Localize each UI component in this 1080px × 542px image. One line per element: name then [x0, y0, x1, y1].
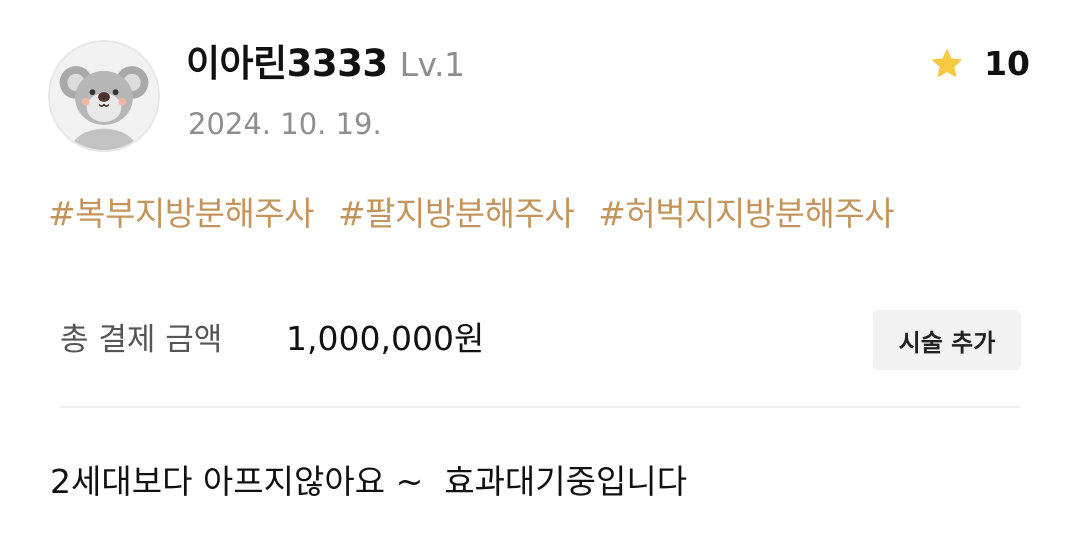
username[interactable]: 이아린3333 Lv.1: [186, 40, 465, 89]
hashtag[interactable]: #팔지방분해주사: [338, 190, 575, 238]
hashtag[interactable]: #복부지방분해주사: [48, 190, 315, 238]
review-date: 2024. 10. 19.: [188, 107, 382, 141]
username-text: 이아린3333: [186, 42, 388, 85]
star-icon: [932, 49, 962, 77]
rating-value: 10: [984, 44, 1030, 83]
koala-avatar[interactable]: [48, 40, 160, 152]
hashtag[interactable]: #허벅지지방분해주사: [598, 190, 894, 238]
divider: [60, 406, 1020, 408]
review-card: 이아린3333 Lv.1 2024. 10. 19. 10 #복부지방분해주사 #…: [0, 0, 1080, 542]
hashtag-list: #복부지방분해주사 #팔지방분해주사 #허벅지지방분해주사: [48, 190, 895, 238]
payment-label: 총 결제 금액: [60, 322, 223, 358]
rating: 10: [930, 42, 1030, 86]
user-level: Lv.1: [399, 45, 465, 84]
add-treatment-button[interactable]: 시술 추가: [873, 310, 1021, 370]
payment-amount: 1,000,000원: [286, 319, 485, 358]
koala-icon: [50, 42, 158, 150]
review-body: 2세대보다 아프지않아요 ~ 효과대기중입니다: [50, 462, 688, 501]
